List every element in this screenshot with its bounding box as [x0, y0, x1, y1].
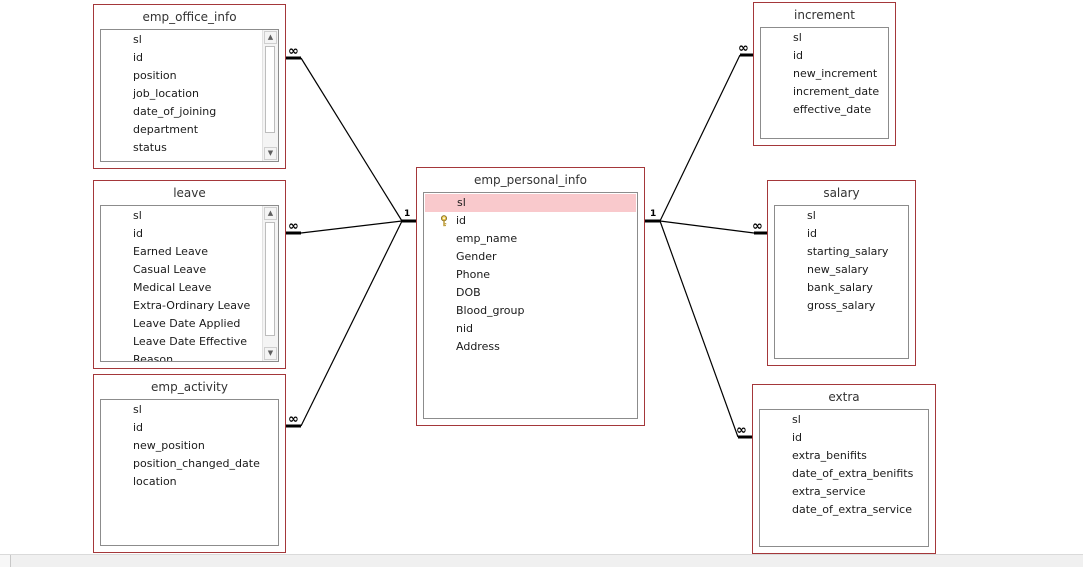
table-title[interactable]: emp_personal_info: [417, 168, 644, 192]
field-item[interactable]: date_of_office_leave: [101, 157, 278, 161]
field-item[interactable]: id: [760, 429, 928, 447]
rel-line-salary[interactable]: [659, 220, 755, 234]
scroll-up-arrow-icon[interactable]: ▲: [264, 207, 277, 220]
table-leave[interactable]: leave sl id Earned Leave Casual Leave Me…: [93, 180, 286, 369]
scroll-up-arrow-icon[interactable]: ▲: [264, 31, 277, 44]
rel-line-extra[interactable]: [659, 220, 739, 438]
field-item[interactable]: department: [101, 121, 278, 139]
field-item[interactable]: new_salary: [775, 261, 908, 279]
vertical-scrollbar[interactable]: ▲ ▼: [262, 206, 278, 361]
field-item[interactable]: location: [101, 473, 278, 491]
field-item[interactable]: gross_salary: [775, 297, 908, 315]
field-item[interactable]: Medical Leave: [101, 279, 278, 297]
scroll-down-arrow-icon[interactable]: ▼: [264, 147, 277, 160]
many-label-activity: ∞: [288, 412, 299, 427]
field-item[interactable]: Reason: [101, 351, 278, 361]
field-item[interactable]: sl: [761, 29, 888, 47]
field-item[interactable]: emp_name: [424, 230, 637, 248]
relationships-canvas: 1 1 ∞ ∞ ∞ ∞ ∞ ∞ emp_office_info sl id po…: [0, 0, 1083, 554]
field-item[interactable]: new_increment: [761, 65, 888, 83]
table-emp-activity[interactable]: emp_activity sl id new_position position…: [93, 374, 286, 553]
field-item[interactable]: status: [101, 139, 278, 157]
many-label-increment: ∞: [738, 41, 749, 56]
rel-line-leave[interactable]: [300, 220, 403, 234]
table-title[interactable]: emp_office_info: [94, 5, 285, 29]
field-list[interactable]: sl id new_increment increment_date effec…: [760, 27, 889, 139]
vertical-scrollbar[interactable]: ▲ ▼: [262, 30, 278, 161]
many-label-leave: ∞: [288, 219, 299, 234]
field-item[interactable]: sl: [101, 401, 278, 419]
rel-line-activity[interactable]: [300, 220, 403, 427]
table-emp-office-info[interactable]: emp_office_info sl id position job_locat…: [93, 4, 286, 169]
field-item[interactable]: id: [101, 225, 278, 243]
field-item[interactable]: increment_date: [761, 83, 888, 101]
field-item[interactable]: effective_date: [761, 101, 888, 119]
field-item-primary-key[interactable]: id: [424, 212, 637, 230]
scrollbar-thumb[interactable]: [265, 222, 275, 336]
key-icon: [441, 215, 447, 227]
rel-line-increment[interactable]: [659, 54, 741, 222]
field-item[interactable]: extra_service: [760, 483, 928, 501]
field-label: id: [456, 214, 467, 227]
field-item[interactable]: sl: [760, 411, 928, 429]
table-increment[interactable]: increment sl id new_increment increment_…: [753, 2, 896, 146]
rel-line-office[interactable]: [300, 57, 403, 222]
one-label-left: 1: [404, 209, 410, 219]
field-item[interactable]: DOB: [424, 284, 637, 302]
many-label-extra: ∞: [736, 423, 747, 438]
field-item[interactable]: nid: [424, 320, 637, 338]
table-title[interactable]: extra: [753, 385, 935, 409]
table-salary[interactable]: salary sl id starting_salary new_salary …: [767, 180, 916, 366]
field-item[interactable]: id: [101, 419, 278, 437]
field-item[interactable]: Phone: [424, 266, 637, 284]
field-item[interactable]: id: [775, 225, 908, 243]
table-title[interactable]: increment: [754, 3, 895, 27]
status-bar: [0, 554, 1083, 567]
field-item[interactable]: Earned Leave: [101, 243, 278, 261]
field-item[interactable]: date_of_joining: [101, 103, 278, 121]
field-item[interactable]: sl: [101, 31, 278, 49]
many-label-office: ∞: [288, 44, 299, 59]
field-item[interactable]: Address: [424, 338, 637, 356]
field-item[interactable]: extra_benifits: [760, 447, 928, 465]
field-item[interactable]: Blood_group: [424, 302, 637, 320]
many-label-salary: ∞: [752, 219, 763, 234]
field-list[interactable]: sl id extra_benifits date_of_extra_benif…: [759, 409, 929, 547]
table-title[interactable]: leave: [94, 181, 285, 205]
field-list[interactable]: sl id emp_name Gender Phone DOB Blood_gr…: [423, 192, 638, 419]
field-item[interactable]: id: [101, 49, 278, 67]
scrollbar-thumb[interactable]: [265, 46, 275, 133]
field-item[interactable]: sl: [101, 207, 278, 225]
field-item[interactable]: new_position: [101, 437, 278, 455]
field-item[interactable]: Leave Date Applied: [101, 315, 278, 333]
scroll-down-arrow-icon[interactable]: ▼: [264, 347, 277, 360]
field-list[interactable]: sl id Earned Leave Casual Leave Medical …: [100, 205, 279, 362]
table-title[interactable]: salary: [768, 181, 915, 205]
table-title[interactable]: emp_activity: [94, 375, 285, 399]
field-item-selected[interactable]: sl: [425, 194, 636, 212]
field-item[interactable]: bank_salary: [775, 279, 908, 297]
field-item[interactable]: sl: [775, 207, 908, 225]
one-label-right: 1: [650, 209, 656, 219]
field-item[interactable]: Gender: [424, 248, 637, 266]
field-list[interactable]: sl id position job_location date_of_join…: [100, 29, 279, 162]
table-emp-personal-info[interactable]: emp_personal_info sl id emp_name Gender …: [416, 167, 645, 426]
field-item[interactable]: starting_salary: [775, 243, 908, 261]
field-item[interactable]: id: [761, 47, 888, 65]
field-item[interactable]: position: [101, 67, 278, 85]
status-bar-divider: [0, 555, 11, 567]
field-item[interactable]: Casual Leave: [101, 261, 278, 279]
field-list[interactable]: sl id new_position position_changed_date…: [100, 399, 279, 546]
field-item[interactable]: Extra-Ordinary Leave: [101, 297, 278, 315]
table-extra[interactable]: extra sl id extra_benifits date_of_extra…: [752, 384, 936, 554]
field-item[interactable]: Leave Date Effective: [101, 333, 278, 351]
field-item[interactable]: date_of_extra_benifits: [760, 465, 928, 483]
field-item[interactable]: job_location: [101, 85, 278, 103]
field-list[interactable]: sl id starting_salary new_salary bank_sa…: [774, 205, 909, 359]
field-item[interactable]: position_changed_date: [101, 455, 278, 473]
field-item[interactable]: date_of_extra_service: [760, 501, 928, 519]
